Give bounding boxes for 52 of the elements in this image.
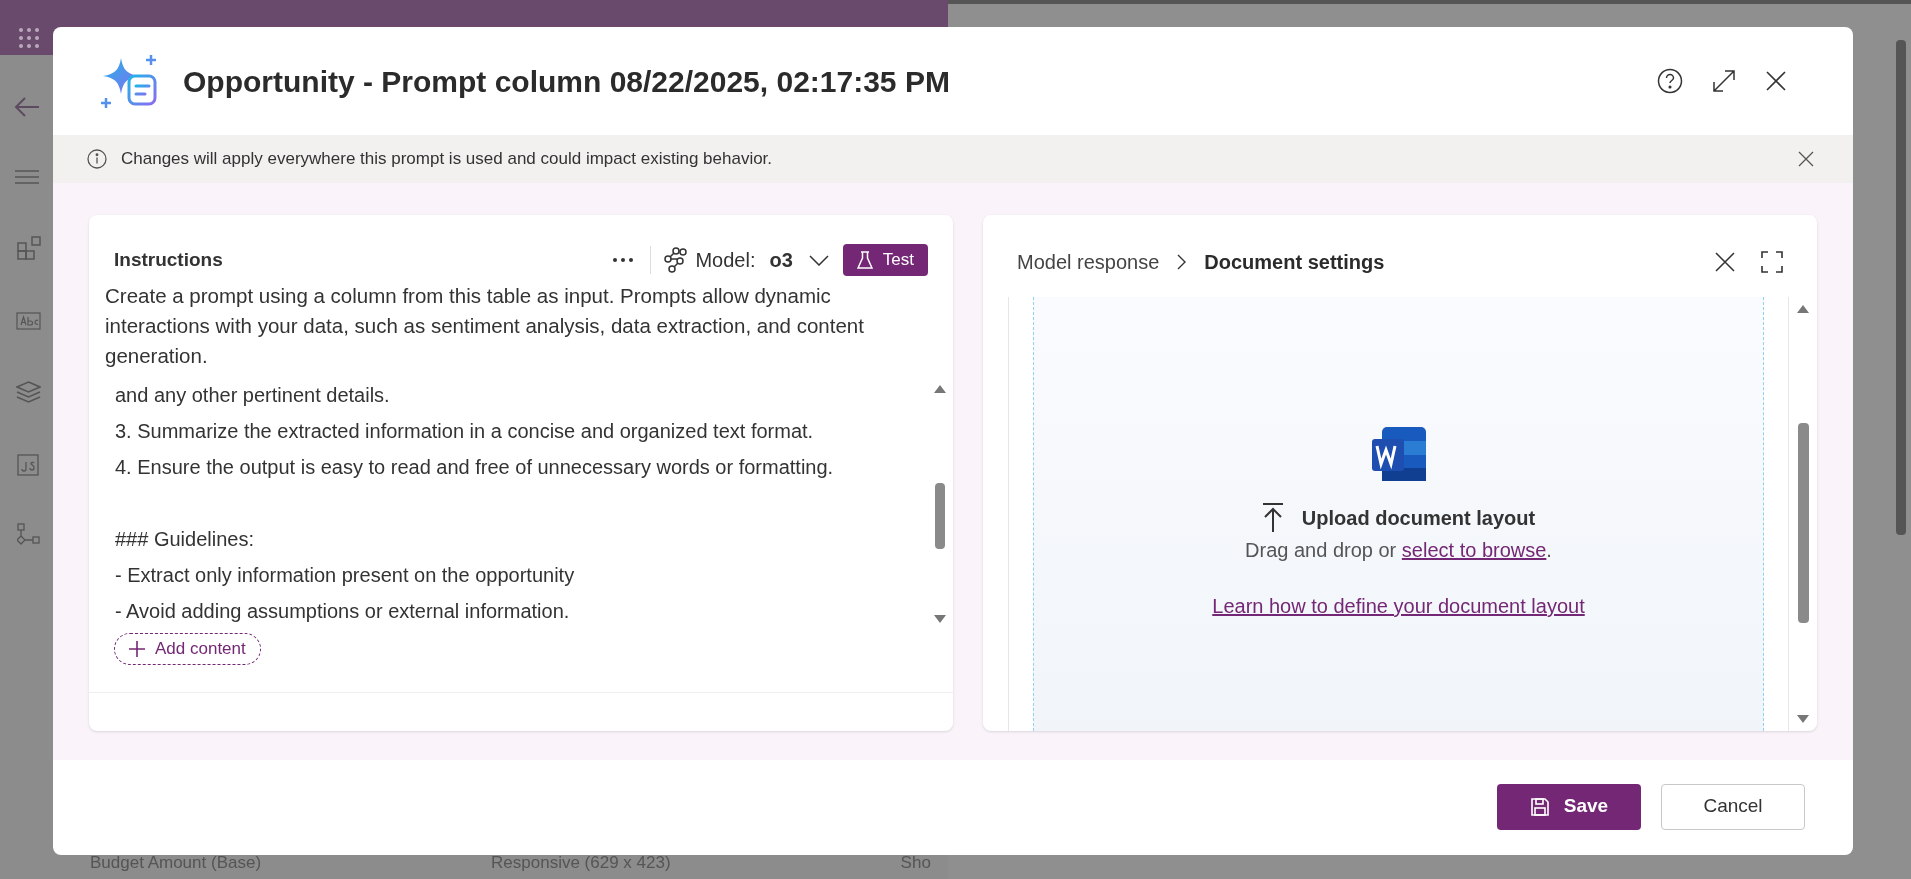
scroll-up-icon[interactable]: [1797, 305, 1809, 313]
close-icon[interactable]: [1798, 151, 1814, 167]
help-icon[interactable]: [1657, 68, 1683, 94]
fullscreen-icon[interactable]: [1761, 251, 1783, 273]
prompt-line: - Avoid adding assumptions or external information.: [115, 599, 571, 624]
upload-icon: [1261, 503, 1284, 533]
document-app-icon: [1369, 425, 1428, 483]
prompt-line: ### Guidelines:: [115, 527, 255, 552]
close-icon[interactable]: [1715, 252, 1735, 272]
browse-link[interactable]: select to browse: [1401, 539, 1547, 561]
expand-icon[interactable]: [1711, 68, 1737, 94]
scroll-thumb[interactable]: [1797, 423, 1809, 623]
info-icon: [87, 149, 107, 169]
scroll-down-icon[interactable]: [1797, 715, 1809, 723]
back-arrow-icon[interactable]: [14, 96, 40, 118]
scroll-thumb[interactable]: [935, 483, 945, 549]
test-button[interactable]: Test: [842, 244, 928, 276]
model-nodes-icon: [663, 247, 688, 273]
intro-text: Create a prompt using a column from this table as input. Prompts allow dynamic interactions with your data, such as sentiment analysis, data extraction, and content generation.: [104, 283, 865, 369]
model-dropdown[interactable]: o3: [769, 245, 829, 275]
close-icon[interactable]: [1765, 70, 1787, 92]
layers-icon[interactable]: [16, 381, 41, 403]
chevron-right-icon: [1177, 254, 1187, 270]
prompt-line: 3. Summarize the extracted information in a concise and organized text format.: [115, 419, 815, 444]
card-title: Instructions: [114, 247, 223, 272]
save-button[interactable]: Save: [1497, 783, 1641, 830]
text-field-icon[interactable]: [16, 312, 41, 330]
prompt-line: 4. Ensure the output is easy to read and free of unnecessary words or formatting.: [115, 455, 835, 480]
menu-icon[interactable]: [15, 170, 39, 184]
breadcrumb-item[interactable]: Document settings: [1204, 247, 1385, 277]
model-label: Model:: [695, 248, 756, 273]
cancel-button[interactable]: Cancel: [1661, 783, 1805, 830]
app-launcher-icon[interactable]: [18, 27, 40, 49]
prompt-line: - Extract only information present on the opportunity: [115, 563, 576, 588]
page-scrollbar[interactable]: [1896, 40, 1906, 535]
script-icon[interactable]: [17, 454, 39, 476]
scroll-up-icon[interactable]: [934, 385, 946, 393]
prompt-line: and any other pertinent details.: [115, 383, 391, 408]
upload-title: Upload document layout: [1301, 506, 1536, 531]
dialog-title: Opportunity - Prompt column 08/22/2025, 02:17:35 PM: [183, 63, 950, 100]
flask-icon: [856, 251, 873, 269]
chevron-down-icon: [808, 254, 829, 266]
plus-icon: [129, 641, 145, 657]
drag-drop-text: Drag and drop or select to browse.: [1245, 538, 1552, 563]
components-icon[interactable]: [17, 236, 41, 260]
learn-more-link[interactable]: Learn how to define your document layout: [1212, 591, 1585, 621]
breadcrumb-item[interactable]: Model response: [1017, 247, 1160, 277]
more-icon: [613, 258, 634, 262]
upload-drop-zone[interactable]: Upload document layout Drag and drop or select to browse. Learn how to define your document layout: [1033, 297, 1764, 731]
scroll-down-icon[interactable]: [934, 615, 946, 623]
info-message: Changes will apply everywhere this prompt is used and could impact existing behavior.: [121, 148, 773, 171]
save-icon: [1529, 796, 1550, 817]
